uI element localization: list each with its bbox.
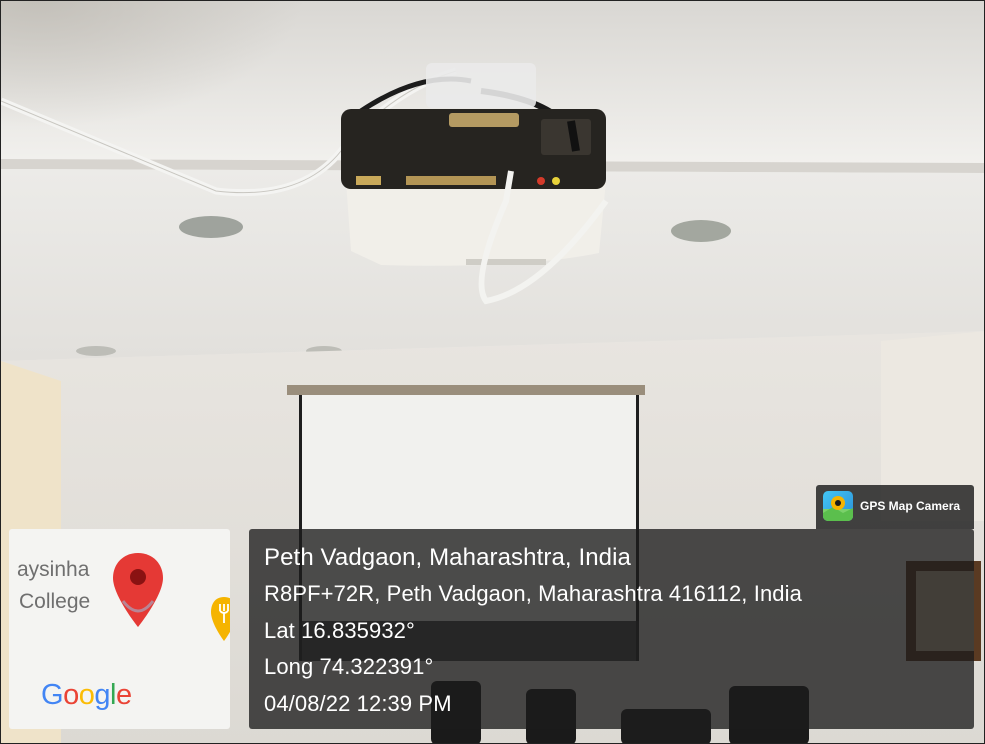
map-place-label: College	[19, 590, 91, 613]
latitude-text: Lat 16.835932°	[264, 618, 415, 643]
google-letter: e	[115, 679, 132, 711]
location-title: Peth Vadgaon, Maharashtra, India	[264, 544, 631, 571]
google-letter: o	[63, 679, 79, 711]
longitude-text: Long 74.322391°	[264, 654, 434, 679]
map-thumbnail[interactable]: aysinha College Google	[9, 529, 230, 729]
address-text: R8PF+72R, Peth Vadgaon, Maharashtra 4161…	[264, 581, 802, 606]
google-logo: Google	[41, 679, 132, 712]
google-letter: g	[94, 679, 110, 711]
badge-label: GPS Map Camera	[860, 499, 961, 513]
map-place-label: aysinha	[17, 558, 90, 581]
datetime-text: 04/08/22 12:39 PM	[264, 691, 452, 716]
map-pin-app-icon	[823, 491, 853, 521]
photo-frame: aysinha College Google GPS Map Camera Pe…	[0, 0, 985, 744]
map-pin-icon	[113, 553, 163, 627]
location-info-panel: Peth Vadgaon, Maharashtra, India R8PF+72…	[249, 529, 974, 729]
google-letter: G	[41, 679, 64, 711]
restaurant-poi-icon	[211, 597, 230, 641]
google-letter: o	[78, 679, 95, 711]
gps-map-camera-badge: GPS Map Camera	[816, 485, 974, 529]
